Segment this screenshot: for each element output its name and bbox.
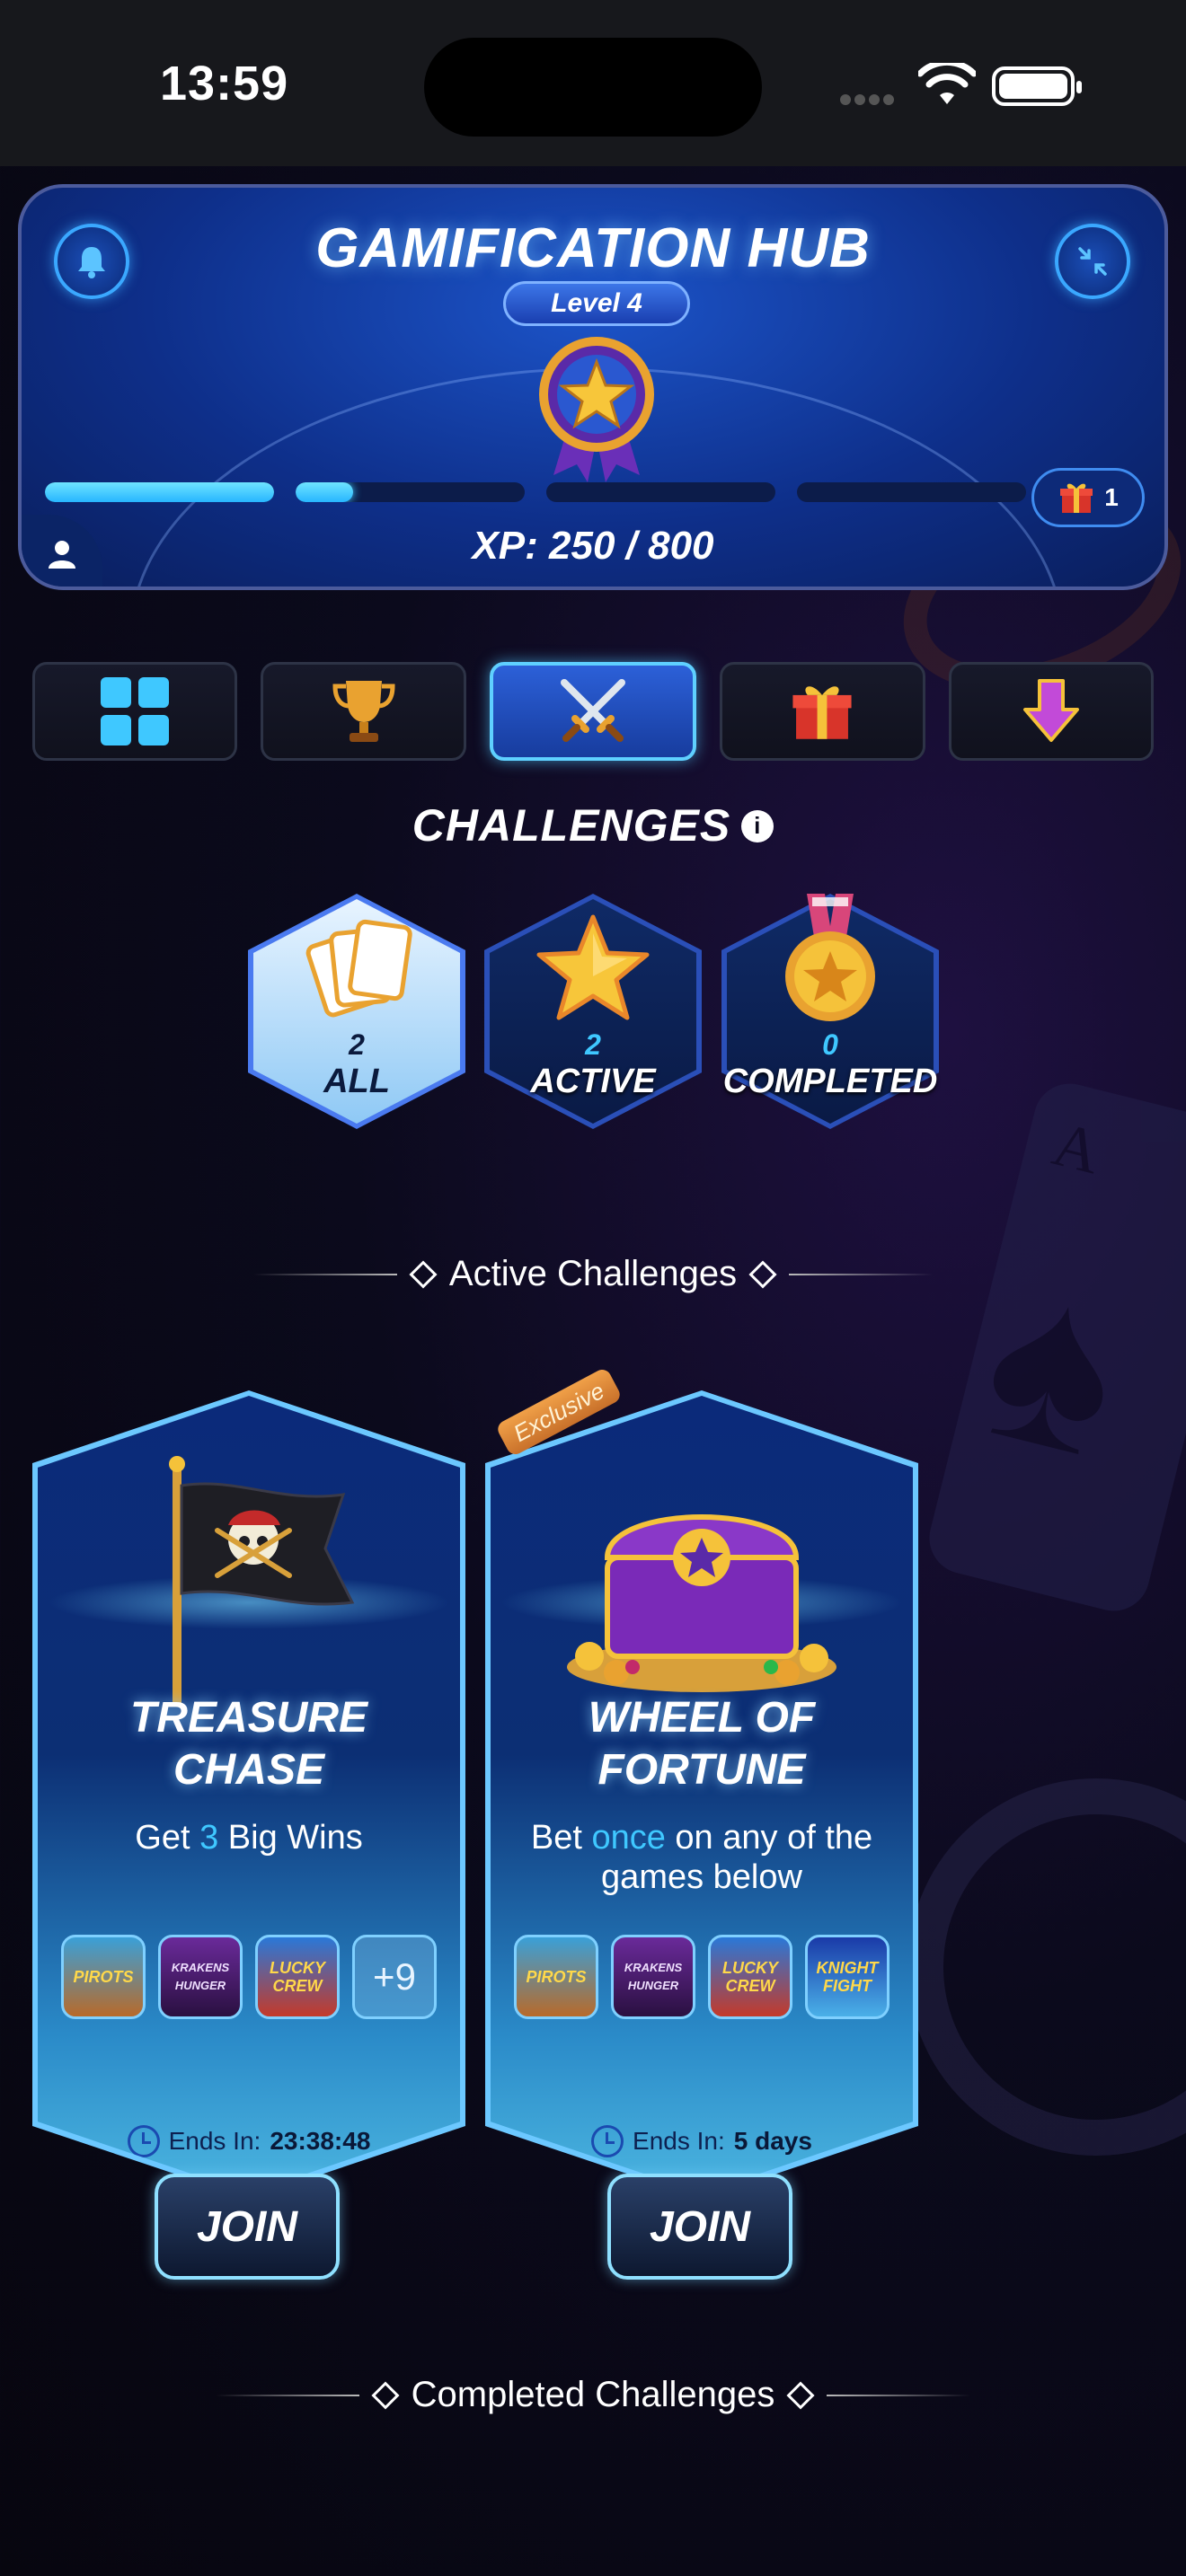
rewards-button[interactable]: 1 [1031, 468, 1145, 527]
join-button[interactable]: JOIN [155, 2174, 340, 2280]
xp-value: XP: 250 / 800 [472, 524, 714, 568]
game-thumbnail[interactable]: PIROTS [514, 1935, 598, 2019]
game-thumbnail[interactable]: LUCKY CREW [708, 1935, 792, 2019]
description-highlight: once [591, 1819, 666, 1857]
challenge-card-wheel-of-fortune[interactable]: WHEEL OF FORTUNE Bet once on any of the … [485, 1366, 918, 2280]
challenge-description: Bet once on any of the games below [509, 1818, 895, 1897]
filter-completed[interactable]: 0 COMPLETED [721, 894, 939, 1129]
gamification-hub-panel: GAMIFICATION HUB Level 4 1 XP: 250 / 800 [18, 184, 1168, 590]
status-time: 13:59 [160, 57, 289, 110]
clock-icon [127, 2125, 160, 2157]
divider-line [215, 2394, 359, 2396]
collapse-button[interactable] [1055, 224, 1130, 299]
rewards-count: 1 [1104, 483, 1119, 511]
filter-label: ACTIVE [530, 1063, 656, 1100]
challenges-title: CHALLENGES i [0, 799, 1186, 851]
filter-label: ALL [323, 1063, 390, 1100]
tab-challenges[interactable] [489, 662, 697, 761]
background-chip-large [907, 1778, 1186, 2156]
filter-count: 2 [585, 1028, 601, 1061]
diamond-icon [409, 1259, 438, 1289]
level-medal-icon [539, 337, 654, 482]
user-icon [49, 541, 75, 569]
completed-challenges-heading: Completed Challenges [411, 2375, 775, 2414]
eligible-games: PIROTS KRAKENS HUNGER LUCKY CREW +9 [61, 1935, 437, 2019]
wifi-icon [918, 63, 976, 104]
divider-line [252, 1273, 397, 1275]
challenge-timer: Ends In: 5 days [491, 2125, 913, 2157]
tab-drops[interactable] [948, 662, 1155, 761]
gift-icon [1060, 483, 1093, 513]
ends-label: Ends In: [633, 2127, 725, 2155]
join-button[interactable]: JOIN [607, 2174, 792, 2280]
filter-all[interactable]: 2 ALL [248, 894, 465, 1129]
xp-progress-segment [296, 482, 525, 502]
tab-rewards[interactable] [720, 662, 925, 761]
ends-value: 5 days [733, 2127, 812, 2155]
game-thumbnail[interactable]: PIROTS [61, 1935, 146, 2019]
trophy-icon [332, 681, 395, 742]
xp-progress-segment [546, 482, 775, 502]
hub-title: GAMIFICATION HUB [315, 217, 871, 279]
ends-value: 23:38:48 [270, 2127, 371, 2155]
eligible-games: PIROTS KRAKENS HUNGER LUCKY CREW KNIGHT … [514, 1935, 890, 2019]
cards-icon [305, 919, 412, 1018]
divider-line [827, 2394, 971, 2396]
challenge-title: TREASURE CHASE [129, 1694, 368, 1794]
clock-icon [591, 2125, 624, 2157]
medal-icon [785, 894, 875, 1021]
description-text: Bet [530, 1819, 592, 1857]
pirate-flag-icon [169, 1456, 355, 1703]
description-text: Get [135, 1819, 200, 1857]
level-badge: Level 4 [503, 281, 690, 326]
completed-challenges-divider: Completed Challenges [0, 2375, 1186, 2415]
diamond-icon [748, 1259, 777, 1289]
filter-count: 2 [349, 1028, 365, 1061]
star-icon [536, 914, 650, 1020]
more-games-button[interactable]: +9 [352, 1935, 437, 2019]
challenges-title-text: CHALLENGES [412, 800, 731, 851]
card-body: WHEEL OF FORTUNE Bet once on any of the … [491, 1396, 913, 2193]
hub-tabs [32, 662, 1155, 761]
status-bar: 13:59 [0, 0, 1186, 166]
game-thumbnail[interactable]: KRAKENS HUNGER [611, 1935, 695, 2019]
crossed-swords-icon [561, 679, 626, 742]
xp-progress-segment [45, 482, 274, 502]
divider-line [789, 1273, 934, 1275]
dynamic-island [424, 38, 762, 137]
game-thumbnail[interactable]: KNIGHT FIGHT [805, 1935, 890, 2019]
filter-count: 0 [822, 1028, 838, 1061]
filter-label: COMPLETED [722, 1063, 938, 1100]
description-text: Big Wins [218, 1819, 363, 1857]
signal-dots-icon [840, 93, 901, 105]
gift-icon [792, 686, 852, 739]
treasure-chest-icon [567, 1514, 836, 1692]
diamond-icon [371, 2380, 400, 2410]
card-letter-decoration: A [1046, 1109, 1108, 1188]
filter-active[interactable]: 2 ACTIVE [484, 894, 702, 1129]
game-thumbnail[interactable]: KRAKENS HUNGER [158, 1935, 243, 2019]
background-playing-card: A ♠ [921, 1076, 1186, 1619]
tab-overview[interactable] [32, 662, 238, 761]
description-highlight: 3 [199, 1819, 219, 1857]
info-icon[interactable]: i [741, 809, 774, 842]
download-arrow-icon [1022, 679, 1079, 742]
active-challenges-divider: Active Challenges [0, 1254, 1186, 1294]
ends-label: Ends In: [168, 2127, 261, 2155]
collapse-arrows-icon [1078, 247, 1107, 276]
xp-progress-bar [45, 482, 1026, 502]
tab-tournaments[interactable] [261, 662, 466, 761]
active-challenges-heading: Active Challenges [448, 1254, 738, 1293]
challenge-timer: Ends In: 23:38:48 [38, 2125, 460, 2157]
diamond-icon [786, 2380, 815, 2410]
challenge-description: Get 3 Big Wins [56, 1818, 442, 1857]
challenge-title: WHEEL OF FORTUNE [588, 1694, 816, 1794]
battery-icon [992, 66, 1082, 106]
xp-progress-segment [797, 482, 1026, 502]
challenge-card-treasure-chase[interactable]: TREASURE CHASE Get 3 Big Wins PIROTS KRA… [32, 1390, 465, 2280]
grid-icon [101, 677, 170, 745]
game-thumbnail[interactable]: LUCKY CREW [255, 1935, 340, 2019]
card-body: TREASURE CHASE Get 3 Big Wins PIROTS KRA… [38, 1396, 460, 2193]
